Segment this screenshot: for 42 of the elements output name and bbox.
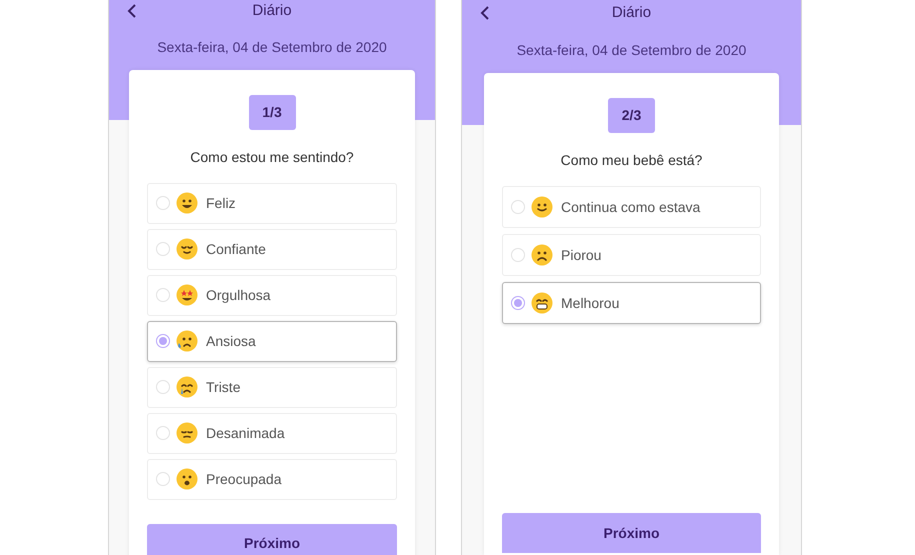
answer-option[interactable]: Continua como estava bbox=[502, 186, 761, 228]
option-label: Confiante bbox=[206, 240, 266, 258]
option-label: Melhorou bbox=[561, 294, 620, 312]
answer-option[interactable]: Preocupada bbox=[147, 458, 397, 500]
emoji-face-icon bbox=[531, 244, 553, 266]
date-label: Sexta-feira, 04 de Setembro de 2020 bbox=[157, 38, 387, 56]
next-button[interactable]: Próximo bbox=[147, 524, 397, 555]
radio-button[interactable] bbox=[156, 334, 170, 348]
question-text: Como estou me sentindo? bbox=[190, 148, 354, 166]
step-badge: 2/3 bbox=[608, 98, 655, 133]
emoji-face-icon bbox=[176, 422, 198, 444]
option-label: Continua como estava bbox=[561, 198, 700, 216]
emoji-face-icon bbox=[176, 192, 198, 214]
emoji-face-icon bbox=[176, 330, 198, 352]
option-label: Piorou bbox=[561, 246, 602, 264]
step-badge: 1/3 bbox=[248, 94, 296, 130]
option-label: Feliz bbox=[206, 194, 236, 212]
emoji-face-icon bbox=[531, 292, 553, 314]
question-text: Como meu bebê está? bbox=[560, 151, 702, 170]
emoji-face-icon bbox=[176, 238, 198, 260]
emoji-face-icon bbox=[176, 376, 198, 398]
answer-option[interactable]: Feliz bbox=[147, 182, 397, 224]
radio-button[interactable] bbox=[511, 296, 525, 310]
screen-title: Diário bbox=[252, 1, 292, 21]
date-label: Sexta-feira, 04 de Setembro de 2020 bbox=[516, 41, 746, 60]
emoji-face-icon bbox=[531, 196, 553, 218]
answer-option[interactable]: Confiante bbox=[147, 228, 397, 270]
option-label: Desanimada bbox=[206, 424, 285, 442]
answer-option[interactable]: Triste bbox=[147, 366, 397, 408]
emoji-face-icon bbox=[176, 284, 198, 306]
option-label: Ansiosa bbox=[206, 332, 256, 350]
answer-option[interactable]: Melhorou bbox=[502, 282, 761, 324]
answer-option[interactable]: Orgulhosa bbox=[147, 274, 397, 316]
screen-title: Diário bbox=[612, 2, 652, 23]
answer-option[interactable]: Desanimada bbox=[147, 412, 397, 454]
next-button[interactable]: Próximo bbox=[502, 513, 761, 553]
answer-option[interactable]: Ansiosa bbox=[147, 320, 397, 362]
emoji-face-icon bbox=[176, 468, 198, 490]
answer-option[interactable]: Piorou bbox=[502, 234, 761, 276]
option-label: Triste bbox=[206, 378, 240, 396]
option-label: Orgulhosa bbox=[206, 286, 271, 305]
option-label: Preocupada bbox=[206, 470, 282, 489]
